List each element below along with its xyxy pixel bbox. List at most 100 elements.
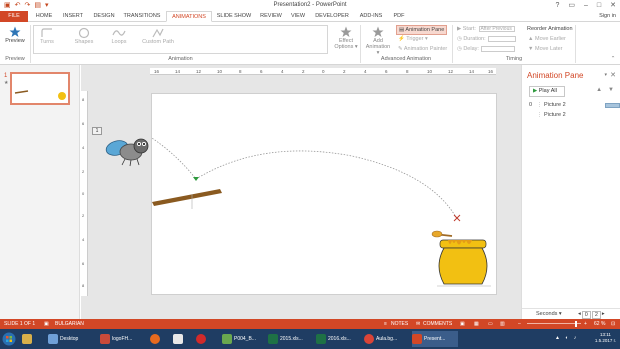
tab-developer[interactable]: DEVELOPER xyxy=(312,11,352,22)
tab-pdf[interactable]: PDF xyxy=(390,11,408,22)
animation-pane-button[interactable]: ▤ Animation Pane xyxy=(396,25,448,35)
slide-sorter-icon[interactable]: ▦ xyxy=(474,319,479,329)
tab-transitions[interactable]: TRANSITIONS xyxy=(121,11,163,22)
move-down-icon[interactable]: ▼ xyxy=(608,87,614,93)
tab-home[interactable]: HOME xyxy=(31,11,57,22)
motion-path-icon: ⋮ xyxy=(537,112,542,118)
delay-input[interactable] xyxy=(480,45,515,52)
move-up-icon[interactable]: ▲ xyxy=(596,87,602,93)
tab-design[interactable]: DESIGN xyxy=(90,11,118,22)
zoom-in-icon[interactable]: ▸ xyxy=(602,311,605,319)
loops-icon xyxy=(112,30,126,36)
tab-view[interactable]: VIEW xyxy=(288,11,308,22)
timeline-zoom-next[interactable]: 2 xyxy=(591,311,601,319)
effect-loops[interactable]: Loops xyxy=(108,27,130,45)
ribbon-display-icon[interactable]: ▭ xyxy=(568,1,575,10)
taskbar-chrome[interactable]: Aula.bg... xyxy=(364,331,410,347)
effect-options-icon xyxy=(340,26,352,37)
animation-group-label: Animation xyxy=(168,56,193,62)
animation-item[interactable]: ⋮ Picture 2 xyxy=(529,111,617,120)
zoom-in-button[interactable]: + xyxy=(584,319,587,329)
reorder-animation-label: Reorder Animation xyxy=(527,26,573,32)
close-pane-icon[interactable]: ✕ xyxy=(610,71,616,79)
horizontal-ruler: 16 14 12 10 8 6 4 2 0 2 4 6 8 10 12 14 1… xyxy=(150,68,496,75)
ruler-tick: 4 xyxy=(82,237,85,242)
taskbar-excel-2015[interactable]: 2015.xls... xyxy=(268,331,314,347)
comments-icon: ✉ xyxy=(416,321,421,327)
zoom-out-icon[interactable]: ◂ xyxy=(578,311,581,319)
effect-turns[interactable]: Turns xyxy=(36,27,58,45)
clock-date: 1.5.2017 г. xyxy=(594,338,616,343)
firefox-icon xyxy=(150,333,160,344)
taskbar-explorer[interactable] xyxy=(22,331,40,347)
animation-order-tag[interactable]: 1 xyxy=(92,127,102,135)
slide-canvas[interactable] xyxy=(151,93,497,295)
path-end-marker xyxy=(453,214,461,222)
effect-shapes[interactable]: Shapes xyxy=(72,27,96,45)
effect-custom-path[interactable]: Custom Path xyxy=(140,27,176,45)
help-icon[interactable]: ? xyxy=(555,1,559,10)
taskbar-files[interactable] xyxy=(173,331,189,347)
seconds-dropdown[interactable]: Seconds ▾ xyxy=(536,311,562,317)
maximize-icon[interactable]: □ xyxy=(597,1,601,10)
pane-options-icon[interactable]: ▾ xyxy=(604,72,607,78)
taskbar-excel-2016[interactable]: 2016.xls... xyxy=(316,331,362,347)
effect-options-button[interactable]: Effect Options ▾ xyxy=(334,26,358,50)
move-earlier-button[interactable]: ▲ Move Earlier xyxy=(528,35,566,43)
add-animation-button[interactable]: Add Animation ▾ xyxy=(364,26,392,56)
trigger-button[interactable]: ⚡ Trigger ▾ xyxy=(398,35,428,43)
comments-button[interactable]: COMMENTS xyxy=(423,319,452,329)
normal-view-icon[interactable]: ▣ xyxy=(460,319,465,329)
start-button[interactable] xyxy=(2,331,18,347)
taskbar-p004[interactable]: P004_B... xyxy=(222,331,266,347)
slideshow-view-icon[interactable]: ▥ xyxy=(500,319,505,329)
motion-path-2 xyxy=(195,150,458,220)
status-bar: SLIDE 1 OF 1 ▣ BULGARIAN ≡ NOTES ✉ COMME… xyxy=(0,319,620,329)
duration-input[interactable] xyxy=(487,35,516,42)
minimize-icon[interactable]: – xyxy=(584,1,588,10)
fly-image[interactable] xyxy=(103,128,151,168)
clock[interactable]: 13:11 1.5.2017 г. xyxy=(595,332,616,344)
taskbar-firefox[interactable] xyxy=(150,331,166,347)
tab-add-ins[interactable]: ADD-INS xyxy=(356,11,386,22)
effect-shapes-label: Shapes xyxy=(74,39,94,45)
timeline-bar[interactable] xyxy=(605,103,620,108)
spell-check-icon[interactable]: ▣ xyxy=(44,319,49,329)
fit-slide-icon[interactable]: ⊡ xyxy=(611,319,615,329)
move-later-button[interactable]: ▼ Move Later xyxy=(528,45,563,53)
timeline-zoom-value[interactable]: 0 xyxy=(581,311,591,319)
zoom-slider-thumb[interactable] xyxy=(575,321,578,327)
reading-view-icon[interactable]: ▭ xyxy=(488,319,493,329)
zoom-out-button[interactable]: – xyxy=(518,319,521,329)
add-animation-icon xyxy=(372,26,384,37)
sign-in-link[interactable]: Sign in xyxy=(599,11,616,22)
slide-thumbnail[interactable] xyxy=(10,72,70,105)
system-tray[interactable]: ▲ ◐ ♪ xyxy=(555,335,578,341)
ruler-tick: 6 xyxy=(260,69,263,74)
play-all-button[interactable]: ▶ Play All xyxy=(529,86,565,97)
animation-painter-button[interactable]: ✎ Animation Painter xyxy=(398,45,447,53)
animation-pane-label: Animation Pane xyxy=(405,27,445,33)
language-indicator[interactable]: BULGARIAN xyxy=(55,319,84,329)
thumbnail-number: 1 xyxy=(4,73,8,79)
tab-file[interactable]: FILE xyxy=(0,11,28,22)
ruler-tick: 4 xyxy=(281,69,284,74)
notes-button[interactable]: NOTES xyxy=(391,319,408,329)
tab-review[interactable]: REVIEW xyxy=(257,11,285,22)
tab-insert[interactable]: INSERT xyxy=(59,11,87,22)
tab-animations[interactable]: ANIMATIONS xyxy=(166,11,212,22)
zoom-slider[interactable] xyxy=(527,323,581,324)
taskbar-desktop[interactable]: Desktop xyxy=(48,331,98,347)
windows-logo-icon xyxy=(2,332,16,346)
close-icon[interactable]: ✕ xyxy=(610,1,616,10)
collapse-ribbon-icon[interactable]: ⌃ xyxy=(608,56,618,62)
start-dropdown[interactable]: After Previous xyxy=(479,25,516,32)
zoom-level[interactable]: 62 % xyxy=(594,319,605,329)
files-icon xyxy=(173,333,183,344)
animation-item[interactable]: 0 ⋮ Picture 2 xyxy=(529,101,620,110)
taskbar-logo[interactable]: logoFH... xyxy=(100,331,146,347)
preview-button[interactable]: Preview xyxy=(2,26,28,44)
tab-slide-show[interactable]: SLIDE SHOW xyxy=(215,11,253,22)
taskbar-powerpoint[interactable]: Present... xyxy=(412,331,458,347)
taskbar-opera[interactable] xyxy=(196,331,212,347)
